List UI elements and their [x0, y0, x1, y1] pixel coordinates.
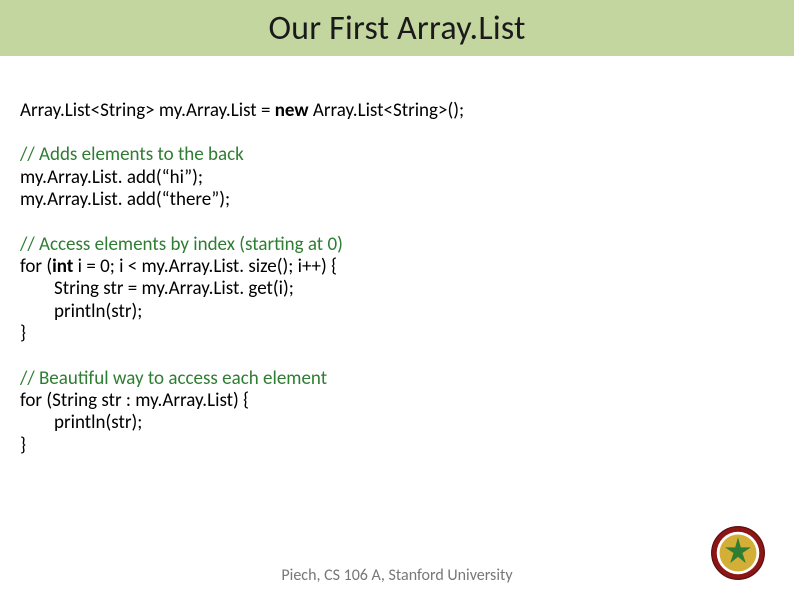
- slide-title: Our First Array.List: [268, 8, 525, 49]
- comment-index: // Access elements by index (starting at…: [20, 234, 774, 256]
- comment-add: // Adds elements to the back: [20, 144, 774, 166]
- slide: Our First Array.List Array.List<String> …: [0, 0, 794, 595]
- code-declaration: Array.List<String> my.Array.List = new A…: [20, 100, 774, 122]
- for-post: i = 0; i < my.Array.List. size(); i++) {: [73, 255, 337, 278]
- code-block-for-each: // Beautiful way to access each element …: [20, 368, 774, 458]
- comment-foreach: // Beautiful way to access each element: [20, 368, 774, 390]
- keyword-new: new: [275, 99, 309, 122]
- code-line: String str = my.Array.List. get(i);: [20, 278, 774, 300]
- code-line: }: [20, 323, 774, 345]
- code-line: for (int i = 0; i < my.Array.List. size(…: [20, 256, 774, 278]
- code-line: }: [20, 435, 774, 457]
- code-content: Array.List<String> my.Array.List = new A…: [20, 100, 774, 479]
- slide-footer: Piech, CS 106 A, Stanford University: [0, 566, 794, 585]
- code-block-for-index: // Access elements by index (starting at…: [20, 234, 774, 346]
- keyword-int: int: [52, 255, 73, 278]
- code-line: my.Array.List. add(“there”);: [20, 189, 774, 211]
- code-line: my.Array.List. add(“hi”);: [20, 167, 774, 189]
- code-line: println(str);: [20, 412, 774, 434]
- code-block-add: // Adds elements to the back my.Array.Li…: [20, 144, 774, 211]
- code-line: for (String str : my.Array.List) {: [20, 390, 774, 412]
- decl-post: Array.List<String>();: [309, 99, 465, 122]
- decl-pre: Array.List<String> my.Array.List =: [20, 99, 275, 122]
- title-bar: Our First Array.List: [0, 0, 794, 56]
- stanford-seal-icon: [710, 525, 766, 581]
- for-pre: for (: [20, 255, 52, 278]
- code-line: println(str);: [20, 301, 774, 323]
